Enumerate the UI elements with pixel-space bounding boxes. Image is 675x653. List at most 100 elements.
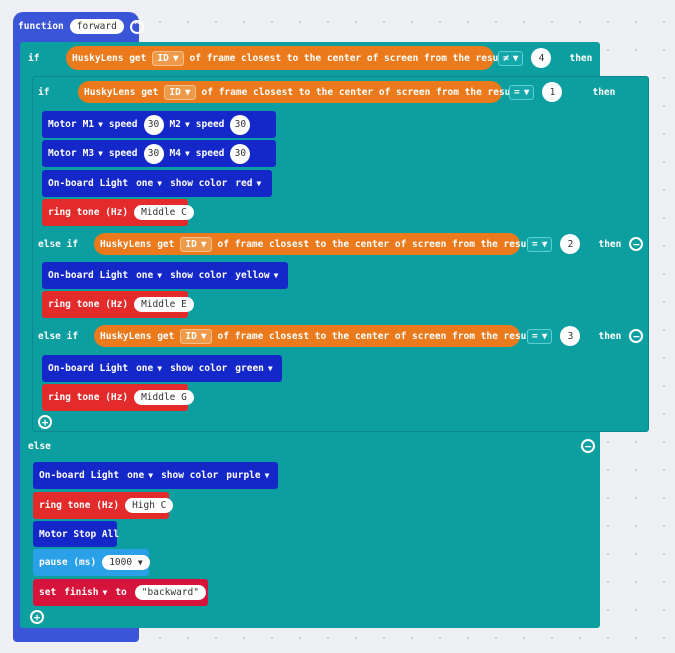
light-block-red[interactable]: On-board Light one ▼ show color red ▼ [42,170,272,197]
color-dropdown[interactable]: purple ▼ [226,470,269,481]
note-field[interactable]: Middle G [134,390,194,405]
id-dropdown[interactable]: ID ▼ [180,236,212,252]
light-which-dropdown[interactable]: one ▼ [127,470,153,481]
compare-2: = ▼ 2 then − [523,233,647,255]
light-block-yellow[interactable]: On-board Light one ▼ show color yellow ▼ [42,262,288,289]
id-dropdown[interactable]: ID ▼ [180,328,212,344]
husky-prefix: HuskyLens get [72,52,147,64]
tone-block-high-c[interactable]: ring tone (Hz) High C [33,492,174,519]
else-keyword: else [28,440,51,452]
motor-label: Motor [48,148,77,159]
speed-label: speed [195,148,225,159]
remove-icon[interactable]: − [581,439,595,453]
if-keyword: if [38,86,50,98]
husky-suffix: of frame closest to the center of screen… [217,238,538,250]
light-label: On-board Light [48,178,129,189]
else-if-keyword: else if [38,238,79,250]
then-label: then [569,52,593,64]
add-icon[interactable]: + [38,415,52,429]
color-dropdown[interactable]: green ▼ [235,363,272,374]
note-field[interactable]: High C [125,498,174,513]
operator-dropdown[interactable]: = ▼ [527,236,553,252]
else-row: else [22,436,57,456]
compare-value[interactable]: 4 [531,48,552,68]
variable-dropdown[interactable]: finish ▼ [64,587,107,598]
compare-value[interactable]: 2 [560,234,581,254]
remove-icon[interactable]: − [629,329,644,343]
speed-value[interactable]: 30 [230,143,251,164]
speed-value[interactable]: 30 [143,143,164,164]
inner-if-row: if [32,80,55,104]
husky-condition-1[interactable]: HuskyLens get ID ▼ of frame closest to th… [78,81,522,103]
if-keyword: if [28,52,40,64]
compare-3: = ▼ 3 then − [523,325,647,347]
note-field[interactable]: Middle C [134,205,194,220]
husky-prefix: HuskyLens get [84,86,159,98]
then-label: then [592,86,616,98]
light-which-dropdown[interactable]: one ▼ [136,363,162,374]
light-label: On-board Light [48,270,129,281]
light-which-dropdown[interactable]: one ▼ [136,270,162,281]
operator-dropdown[interactable]: = ▼ [509,84,535,100]
husky-prefix: HuskyLens get [100,238,175,250]
speed-value[interactable]: 30 [230,114,251,135]
speed-label: speed [108,148,138,159]
tone-block-e[interactable]: ring tone (Hz) Middle E [42,291,194,318]
husky-condition-2[interactable]: HuskyLens get ID ▼ of frame closest to th… [94,233,538,255]
color-dropdown[interactable]: red ▼ [235,178,261,189]
note-field[interactable]: Middle E [134,297,194,312]
else-if-keyword: else if [38,330,79,342]
collapse-icon[interactable]: ^ [129,19,144,34]
color-dropdown[interactable]: yellow ▼ [235,270,278,281]
operator-dropdown[interactable]: ≠ ▼ [498,50,524,66]
tone-block-c[interactable]: ring tone (Hz) Middle C [42,199,194,226]
remove-icon[interactable]: − [629,237,644,251]
tone-label: ring tone (Hz) [48,392,129,403]
pause-block[interactable]: pause (ms) 1000 ▼ [33,549,150,576]
show-color-label: show color [170,363,228,374]
light-which-dropdown[interactable]: one ▼ [136,178,162,189]
speed-label: speed [108,119,138,130]
to-label: to [115,587,127,598]
else-if-row-2: else if [32,232,84,256]
motor-a-dropdown[interactable]: M1 ▼ [83,119,103,130]
function-name-field[interactable]: forward [69,19,124,34]
tone-label: ring tone (Hz) [48,299,129,310]
motor-stop-label: Motor Stop All [39,528,120,540]
show-color-label: show color [170,178,228,189]
husky-suffix: of frame closest to the center of screen… [217,330,538,342]
speed-label: speed [195,119,225,130]
motor-b-dropdown[interactable]: M2 ▼ [170,119,190,130]
husky-prefix: HuskyLens get [100,330,175,342]
motor-block-1[interactable]: Motor M1 ▼ speed 30 M2 ▼ speed 30 [42,111,276,138]
add-icon[interactable]: + [30,610,44,624]
light-label: On-board Light [39,470,120,481]
husky-suffix: of frame closest to the center of screen… [189,52,510,64]
light-label: On-board Light [48,363,129,374]
id-dropdown[interactable]: ID ▼ [152,50,184,66]
light-block-purple[interactable]: On-board Light one ▼ show color purple ▼ [33,462,278,489]
motor-a-dropdown[interactable]: M3 ▼ [83,148,103,159]
tone-block-g[interactable]: ring tone (Hz) Middle G [42,384,194,411]
then-label: then [598,238,622,250]
husky-condition-outer[interactable]: HuskyLens get ID ▼ of frame closest to th… [66,46,510,70]
tone-label: ring tone (Hz) [39,500,120,511]
motor-block-2[interactable]: Motor M3 ▼ speed 30 M4 ▼ speed 30 [42,140,276,167]
string-value[interactable]: "backward" [134,585,206,600]
function-keyword: function [18,21,64,32]
tone-label: ring tone (Hz) [48,207,129,218]
id-dropdown[interactable]: ID ▼ [164,84,196,100]
compare-value[interactable]: 1 [542,82,563,102]
pause-dropdown[interactable]: 1000 ▼ [102,555,150,570]
motor-stop-block[interactable]: Motor Stop All [33,521,120,547]
light-block-green[interactable]: On-board Light one ▼ show color green ▼ [42,355,282,382]
show-color-label: show color [170,270,228,281]
speed-value[interactable]: 30 [143,114,164,135]
function-header: function forward ^ [18,19,144,34]
operator-dropdown[interactable]: = ▼ [527,328,553,344]
husky-condition-3[interactable]: HuskyLens get ID ▼ of frame closest to th… [94,325,538,347]
set-label: set [39,587,57,598]
compare-value[interactable]: 3 [560,326,581,346]
motor-b-dropdown[interactable]: M4 ▼ [170,148,190,159]
set-variable-block[interactable]: set finish ▼ to "backward" [33,579,208,606]
